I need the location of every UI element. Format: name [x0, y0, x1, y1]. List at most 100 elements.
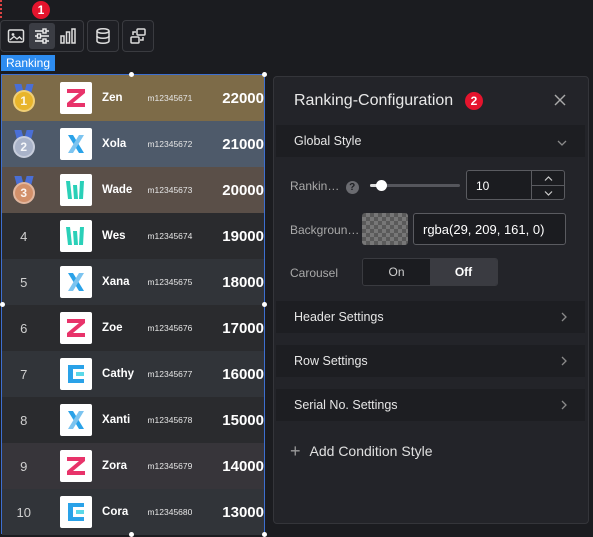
background-color-input[interactable]: rgba(29, 209, 161, 0)	[413, 213, 566, 245]
avatar-logo	[60, 82, 93, 114]
add-condition-style-button[interactable]: + Add Condition Style	[290, 442, 433, 460]
avatar-logo	[60, 404, 93, 436]
rank-cell: 9	[20, 458, 28, 474]
toolbar	[0, 20, 157, 52]
player-score: 17000	[222, 319, 264, 337]
ranking-row: 10 Cora m12345680 13000	[2, 489, 264, 535]
silver-medal-icon: 2	[12, 130, 35, 158]
player-score: 14000	[222, 457, 264, 475]
player-name: Zora	[102, 460, 127, 472]
rank-cell: 1	[2, 84, 45, 112]
chevron-right-icon	[561, 310, 567, 325]
player-score: 20000	[222, 181, 264, 199]
link-flow-icon[interactable]	[125, 23, 151, 49]
rank-cell: 7	[20, 366, 28, 382]
player-name: Xola	[102, 138, 127, 150]
player-score: 13000	[222, 503, 264, 521]
stepper-down-icon[interactable]	[532, 186, 564, 200]
ranking-row: 9 Zora m12345679 14000	[2, 443, 264, 489]
player-name: Xana	[102, 276, 130, 288]
player-id: m12345674	[147, 231, 193, 241]
player-score: 15000	[222, 411, 264, 429]
avatar-logo	[60, 128, 93, 160]
bar-chart-icon[interactable]	[55, 23, 81, 49]
avatar-logo	[60, 220, 93, 252]
step-badge-1: 1	[32, 1, 50, 19]
avatar-logo	[60, 174, 93, 206]
section-label: Header Settings	[294, 310, 384, 324]
step-badge-2: 2	[465, 92, 483, 110]
player-id: m12345671	[147, 93, 193, 103]
ranking-row: 5 Xana m12345675 18000	[2, 259, 264, 305]
section-header-settings[interactable]: Header Settings	[276, 301, 585, 333]
toolbar-group-main	[0, 20, 84, 52]
player-id: m12345675	[147, 277, 193, 287]
avatar-logo	[60, 266, 93, 298]
ranking-slider-thumb[interactable]	[375, 180, 387, 191]
carousel-toggle: On Off	[362, 258, 498, 286]
sliders-icon[interactable]	[29, 23, 55, 49]
resize-handle-left[interactable]	[0, 302, 5, 307]
component-tag: Ranking	[1, 55, 56, 71]
avatar-logo	[60, 312, 93, 344]
player-id: m12345677	[147, 369, 193, 379]
chevron-down-icon	[557, 134, 567, 149]
resize-handle-top-right[interactable]	[262, 72, 267, 77]
selection-marker	[0, 0, 4, 18]
ranking-widget[interactable]: 1 Zen m12345671 22000 2 Xola m12345672 21000 3 Wa…	[1, 74, 265, 535]
player-id: m12345680	[147, 507, 193, 517]
toolbar-group-interaction	[122, 20, 154, 52]
resize-handle-bottom[interactable]	[129, 532, 134, 537]
player-id: m12345676	[147, 323, 193, 333]
resize-handle-top[interactable]	[129, 72, 134, 77]
database-icon[interactable]	[90, 23, 116, 49]
rank-cell: 3	[2, 176, 45, 204]
section-row-settings[interactable]: Row Settings	[276, 345, 585, 377]
player-name: Cathy	[102, 368, 134, 380]
close-icon[interactable]	[554, 93, 566, 111]
avatar-logo	[60, 496, 93, 528]
chevron-right-icon	[561, 398, 567, 413]
ranking-count-stepper[interactable]: 10	[466, 170, 565, 200]
player-name: Cora	[102, 506, 129, 518]
rank-cell: 8	[20, 412, 28, 428]
player-name: Wade	[102, 184, 133, 196]
ranking-row: 6 Zoe m12345676 17000	[2, 305, 264, 351]
player-name: Zoe	[102, 322, 123, 334]
background-color-swatch[interactable]	[362, 213, 408, 245]
player-id: m12345673	[147, 185, 193, 195]
ranking-row: 3 Wade m12345673 20000	[2, 167, 264, 213]
player-name: Xanti	[102, 414, 131, 426]
stepper-up-icon[interactable]	[532, 171, 564, 186]
background-label: Backgroun…	[290, 223, 360, 237]
player-score: 19000	[222, 227, 264, 245]
carousel-label: Carousel	[290, 266, 339, 280]
section-serial-settings[interactable]: Serial No. Settings	[276, 389, 585, 421]
player-id: m12345672	[147, 139, 193, 149]
avatar-logo	[60, 450, 93, 482]
player-score: 16000	[222, 365, 264, 383]
ranking-count-text: Rankin…	[290, 179, 340, 193]
gold-medal-icon: 1	[12, 84, 35, 112]
ranking-row: 2 Xola m12345672 21000	[2, 121, 264, 167]
avatar-logo	[60, 358, 93, 390]
ranking-row: 4 Wes m12345674 19000	[2, 213, 264, 259]
image-icon[interactable]	[3, 23, 29, 49]
help-icon[interactable]: ?	[345, 181, 359, 194]
chevron-right-icon	[561, 354, 567, 369]
rank-cell: 5	[20, 274, 28, 290]
carousel-off-option[interactable]: Off	[430, 259, 497, 285]
section-label: Row Settings	[294, 354, 368, 368]
player-score: 18000	[222, 273, 264, 291]
resize-handle-bottom-right[interactable]	[262, 532, 267, 537]
rank-cell: 4	[20, 228, 28, 244]
resize-handle-right[interactable]	[262, 302, 267, 307]
carousel-on-option[interactable]: On	[363, 259, 430, 285]
player-id: m12345678	[147, 415, 193, 425]
section-label: Global Style	[294, 134, 362, 148]
bronze-medal-icon: 3	[12, 176, 35, 204]
add-condition-label: Add Condition Style	[309, 443, 433, 459]
section-global-style[interactable]: Global Style	[276, 125, 585, 157]
player-score: 21000	[222, 135, 264, 153]
panel-title: Ranking-Configuration	[294, 92, 454, 109]
